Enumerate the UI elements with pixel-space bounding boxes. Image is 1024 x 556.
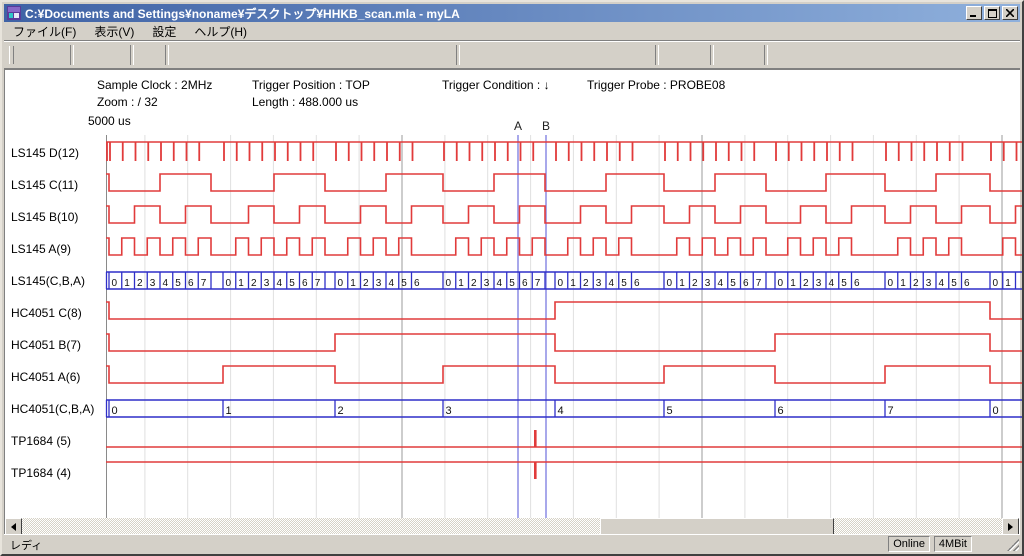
zoom-readout: Zoom : / 32 bbox=[97, 95, 158, 109]
scrollbar-thumb[interactable] bbox=[600, 518, 834, 535]
toolbar-grip bbox=[9, 46, 14, 64]
scroll-left-button[interactable] bbox=[5, 518, 22, 535]
status-online-badge: Online bbox=[888, 536, 930, 552]
toolbar-separator bbox=[456, 45, 460, 65]
toolbar-separator bbox=[165, 45, 169, 65]
trigger-condition-readout: Trigger Condition : ↓ bbox=[442, 78, 550, 92]
marker-a-label: A bbox=[514, 119, 522, 133]
status-ready-text: レディ bbox=[10, 537, 42, 553]
signal-label: LS145 C(11) bbox=[11, 178, 78, 192]
signal-label: LS145 D(12) bbox=[11, 146, 79, 160]
app-icon bbox=[7, 6, 21, 20]
title-bar: C:¥Documents and Settings¥noname¥デスクトップ¥… bbox=[4, 4, 1020, 22]
maximize-button[interactable] bbox=[984, 6, 1000, 20]
sample-clock-readout: Sample Clock : 2MHz bbox=[97, 78, 212, 92]
menu-help[interactable]: ヘルプ(H) bbox=[185, 22, 256, 41]
horizontal-scrollbar[interactable] bbox=[5, 518, 1019, 535]
close-button[interactable] bbox=[1002, 6, 1018, 20]
menu-bar: ファイル(F) 表示(V) 設定 ヘルプ(H) bbox=[4, 22, 1020, 40]
trigger-position-readout: Trigger Position : TOP bbox=[252, 78, 370, 92]
window-title: C:¥Documents and Settings¥noname¥デスクトップ¥… bbox=[25, 5, 460, 22]
menu-settings[interactable]: 設定 bbox=[143, 22, 185, 41]
toolbar-separator bbox=[70, 45, 74, 65]
status-bar: レディ Online 4MBit bbox=[4, 534, 1020, 552]
length-readout: Length : 488.000 us bbox=[252, 95, 358, 109]
timebase-label: 5000 us bbox=[88, 114, 131, 128]
resize-grip[interactable] bbox=[1007, 539, 1019, 551]
signal-label: TP1684 (4) bbox=[11, 466, 71, 480]
marker-b-label: B bbox=[542, 119, 550, 133]
minimize-button[interactable] bbox=[966, 6, 982, 20]
trigger-probe-readout: Trigger Probe : PROBE08 bbox=[587, 78, 725, 92]
signal-label: HC4051(C,B,A) bbox=[11, 402, 94, 416]
signal-label: HC4051 B(7) bbox=[11, 338, 81, 352]
scroll-right-button[interactable] bbox=[1002, 518, 1019, 535]
toolbar-separator bbox=[710, 45, 714, 65]
menu-view[interactable]: 表示(V) bbox=[85, 22, 143, 41]
signal-label: HC4051 A(6) bbox=[11, 370, 80, 384]
status-memory-badge: 4MBit bbox=[934, 536, 972, 552]
toolbar-separator bbox=[655, 45, 659, 65]
signal-label: HC4051 C(8) bbox=[11, 306, 82, 320]
toolbar-separator bbox=[130, 45, 134, 65]
toolbar-separator bbox=[764, 45, 768, 65]
signal-label: TP1684 (5) bbox=[11, 434, 71, 448]
signal-label: LS145 B(10) bbox=[11, 210, 78, 224]
signal-label: LS145(C,B,A) bbox=[11, 274, 85, 288]
signal-label: LS145 A(9) bbox=[11, 242, 71, 256]
menu-file[interactable]: ファイル(F) bbox=[4, 22, 85, 41]
toolbar: Stop → 100MHz TOP ↑ PROBE00 − + AB ←A ←B bbox=[4, 40, 1020, 69]
waveform-plot[interactable] bbox=[106, 135, 1024, 519]
app-window: C:¥Documents and Settings¥noname¥デスクトップ¥… bbox=[0, 0, 1024, 556]
